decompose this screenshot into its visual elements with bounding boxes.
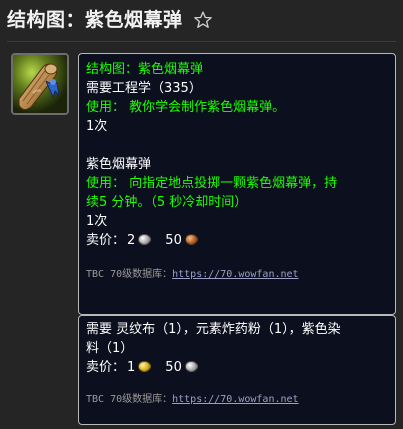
recipe-charges: 1次 bbox=[86, 119, 108, 134]
reagents-tooltip: 需要 灵纹布（1），元素炸药粉（1），紫色染 料（1） 卖价： 1 50 TBC 7… bbox=[78, 315, 396, 425]
sell-price-label: 卖价： bbox=[86, 360, 126, 375]
blueprint-icon[interactable] bbox=[11, 53, 69, 115]
product-charges: 1次 bbox=[86, 214, 108, 229]
copper-amount: 50 bbox=[165, 233, 182, 248]
recipe-tooltip: 结构图：紫色烟幕弹 需要工程学（335） 使用： 教你学会制作紫色烟幕弹。 1次… bbox=[78, 53, 396, 315]
database-credit: TBC 70级数据库：https://70.wowfan.net bbox=[86, 268, 387, 282]
recipe-sell-price: 卖价： 1 50 bbox=[86, 358, 387, 377]
recipe-name: 结构图：紫色烟幕弹 bbox=[86, 62, 204, 77]
star-icon[interactable] bbox=[192, 9, 214, 31]
gold-coin-icon bbox=[138, 361, 152, 372]
gold-amount: 1 bbox=[127, 360, 136, 375]
silver-coin-icon bbox=[138, 234, 152, 245]
product-name: 紫色烟幕弹 bbox=[86, 157, 152, 172]
database-label: TBC 70级数据库： bbox=[86, 394, 173, 405]
product-sell-price: 卖价： 2 50 bbox=[86, 231, 387, 250]
product-use-line-1: 使用： 向指定地点投掷一颗紫色烟幕弹，持 bbox=[86, 176, 338, 191]
reagents-line-1: 需要 灵纹布（1），元素炸药粉（1），紫色染 bbox=[86, 322, 341, 337]
title-divider bbox=[7, 41, 396, 42]
silver-coin-icon bbox=[184, 361, 198, 372]
sell-price-label: 卖价： bbox=[86, 233, 126, 248]
recipe-use-text: 使用： 教你学会制作紫色烟幕弹。 bbox=[86, 100, 286, 115]
silver-amount: 2 bbox=[127, 233, 136, 248]
database-credit: TBC 70级数据库：https://70.wowfan.net bbox=[86, 393, 387, 407]
product-use-line-2: 续5 分钟。（5 秒冷却时间） bbox=[86, 195, 248, 210]
item-page: 结构图：紫色烟幕弹 结构图：紫色烟幕弹 需要工程学（335） 使用： 教你学会制… bbox=[0, 0, 403, 429]
database-link[interactable]: https://70.wowfan.net bbox=[172, 394, 298, 405]
reagents-line-2: 料（1） bbox=[86, 341, 134, 356]
page-title: 结构图：紫色烟幕弹 bbox=[7, 9, 183, 31]
silver-amount: 50 bbox=[165, 360, 182, 375]
database-link[interactable]: https://70.wowfan.net bbox=[172, 269, 298, 280]
title-bar: 结构图：紫色烟幕弹 bbox=[0, 0, 403, 40]
profession-requirement: 需要工程学（335） bbox=[86, 81, 202, 96]
copper-coin-icon bbox=[184, 234, 198, 245]
database-label: TBC 70级数据库： bbox=[86, 269, 173, 280]
